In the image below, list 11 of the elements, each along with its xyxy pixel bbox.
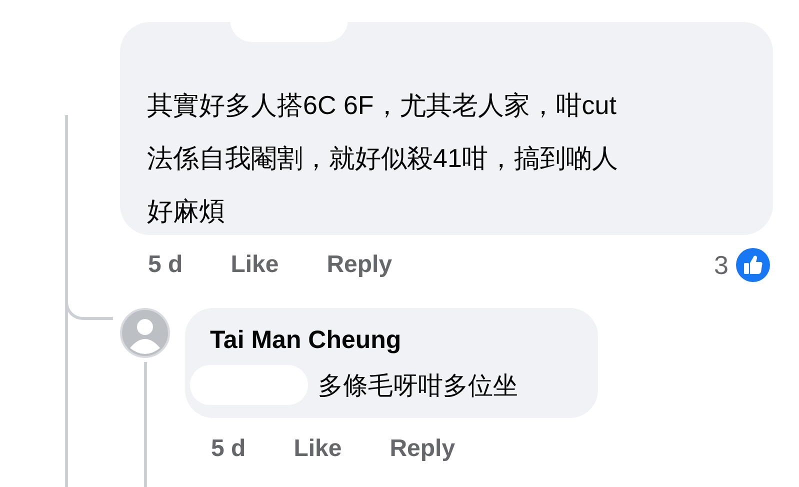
like-link[interactable]: Like	[294, 435, 342, 463]
reply-link[interactable]: Reply	[390, 435, 456, 463]
comment-text: 其實好多人搭6C 6F，尤其老人家，咁cut 法係自我閹割，就好似殺41咁，搞到啲人 好麻煩	[147, 89, 619, 228]
reaction-count: 3	[714, 250, 728, 280]
thumbs-up-icon[interactable]	[736, 248, 770, 282]
reply-link[interactable]: Reply	[326, 251, 392, 279]
author-name[interactable]: Tai Man Cheung	[210, 326, 578, 355]
comment-time: 5 d	[148, 251, 183, 279]
comment-time: 5 d	[211, 435, 246, 463]
reply-text: 多條毛呀咁多位坐	[318, 370, 518, 402]
like-link[interactable]: Like	[230, 251, 279, 279]
